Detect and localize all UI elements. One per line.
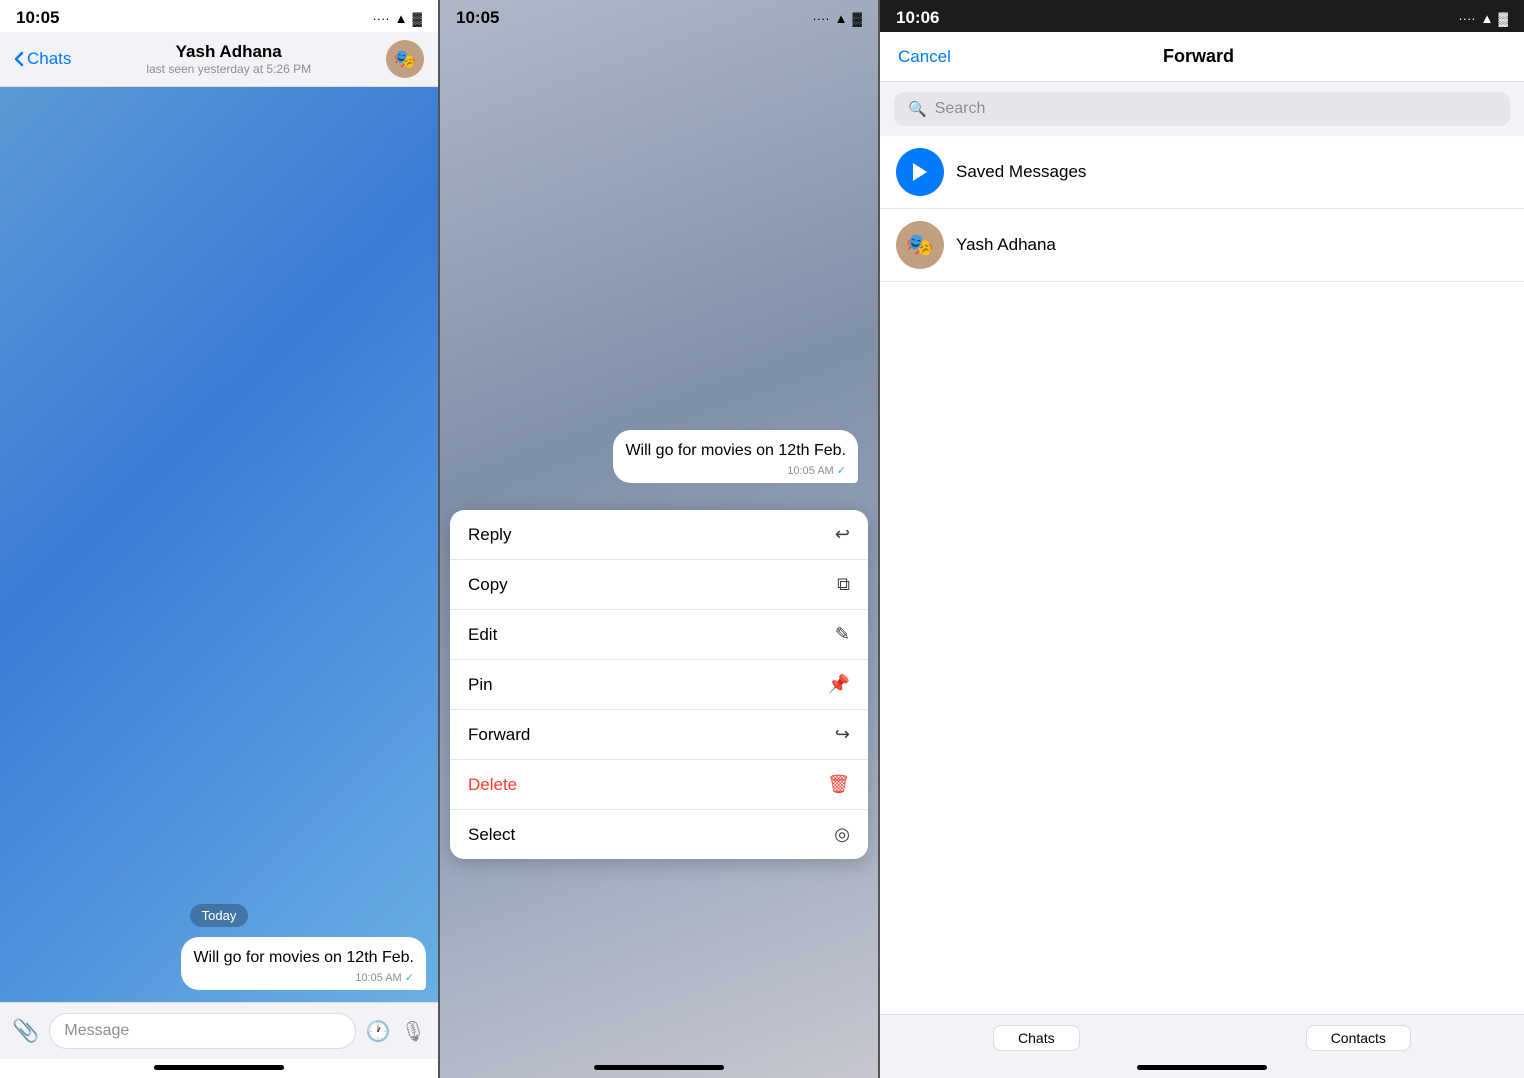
cancel-button[interactable]: Cancel (898, 47, 951, 67)
contact-list: Saved Messages 🎭 Yash Adhana (880, 136, 1524, 1014)
tab-bar: Chats Contacts (880, 1014, 1524, 1059)
tab-contacts[interactable]: Contacts (1306, 1025, 1411, 1051)
context-copy[interactable]: Copy ⧉ (450, 560, 868, 610)
status-icons-3: ···· ▲ ▓ (1458, 11, 1508, 26)
context-edit[interactable]: Edit ✎ (450, 610, 868, 660)
contact-item-saved[interactable]: Saved Messages (880, 136, 1524, 209)
back-label[interactable]: Chats (27, 49, 71, 69)
reply-icon: ↩ (835, 524, 850, 545)
edit-icon: ✎ (835, 624, 850, 645)
chat-area: Today Will go for movies on 12th Feb. 10… (0, 87, 438, 1002)
yash-name: Yash Adhana (956, 235, 1056, 255)
status-time-1: 10:05 (16, 8, 59, 28)
back-button[interactable]: Chats (14, 49, 71, 69)
wifi-icon-2: ▲ (835, 11, 848, 26)
context-menu: Reply ↩ Copy ⧉ Edit ✎ Pin 📌 Forward ↪ De… (450, 510, 868, 859)
mic-icon[interactable]: 🎙 (401, 1019, 426, 1044)
status-time-2: 10:05 (456, 8, 499, 28)
message-meta: 10:05 AM ✓ (193, 971, 414, 984)
status-bar-2: 10:05 ···· ▲ ▓ (440, 0, 878, 32)
context-pin[interactable]: Pin 📌 (450, 660, 868, 710)
signal-icon-2: ···· (812, 11, 829, 26)
yash-avatar: 🎭 (896, 221, 944, 269)
context-delete[interactable]: Delete 🗑 (450, 760, 868, 810)
search-icon: 🔍 (908, 100, 927, 118)
float-read-check: ✓ (837, 465, 846, 477)
screen1-chat: 10:05 ···· ▲ ▓ Chats Yash Adhana last se… (0, 0, 438, 1078)
read-check-icon: ✓ (405, 972, 414, 984)
forward-nav: Cancel Forward (880, 32, 1524, 82)
pin-label: Pin (468, 675, 493, 695)
nav-bar-1: Chats Yash Adhana last seen yesterday at… (0, 32, 438, 87)
search-placeholder-label: Search (935, 100, 986, 118)
status-bar-3: 10:06 ···· ▲ ▓ (880, 0, 1524, 32)
home-indicator-1 (154, 1065, 284, 1070)
float-bubble: Will go for movies on 12th Feb. 10:05 AM… (613, 430, 858, 483)
context-reply[interactable]: Reply ↩ (450, 510, 868, 560)
home-indicator-3 (1137, 1065, 1267, 1070)
float-message-meta: 10:05 AM ✓ (625, 464, 846, 477)
status-time-3: 10:06 (896, 8, 939, 28)
input-bar: 📎 Message 🕐 🎙 (0, 1002, 438, 1059)
context-forward[interactable]: Forward ↪ (450, 710, 868, 760)
wifi-icon-3: ▲ (1481, 11, 1494, 26)
battery-icon-2: ▓ (853, 11, 862, 26)
signal-icon-3: ···· (1458, 11, 1475, 26)
screen2-context: 10:05 ···· ▲ ▓ Will go for movies on 12t… (440, 0, 878, 1078)
pin-icon: 📌 (828, 674, 850, 695)
copy-label: Copy (468, 575, 508, 595)
screen3-forward: 10:06 ···· ▲ ▓ Cancel Forward 🔍 Search S… (880, 0, 1524, 1078)
signal-icon: ···· (372, 11, 389, 26)
date-badge: Today (12, 907, 426, 925)
edit-label: Edit (468, 625, 497, 645)
select-label: Select (468, 825, 515, 845)
float-message-text: Will go for movies on 12th Feb. (625, 440, 846, 462)
message-text: Will go for movies on 12th Feb. (193, 947, 414, 969)
message-input[interactable]: Message (49, 1013, 355, 1049)
saved-messages-avatar (896, 148, 944, 196)
context-select[interactable]: Select ◎ (450, 810, 868, 859)
status-bar-1: 10:05 ···· ▲ ▓ (0, 0, 438, 32)
search-bar[interactable]: 🔍 Search (894, 92, 1510, 126)
forward-icon: ↪ (835, 724, 850, 745)
search-bar-container: 🔍 Search (880, 82, 1524, 136)
delete-icon: 🗑 (827, 774, 850, 795)
sticker-icon[interactable]: 🕐 (366, 1019, 391, 1044)
float-message-time: 10:05 AM (787, 465, 833, 477)
contact-status: last seen yesterday at 5:26 PM (146, 62, 311, 76)
select-icon: ◎ (834, 824, 850, 845)
saved-messages-name: Saved Messages (956, 162, 1086, 182)
forward-title: Forward (1163, 46, 1234, 67)
delete-label: Delete (468, 775, 517, 795)
attach-icon[interactable]: 📎 (12, 1018, 39, 1044)
battery-icon: ▓ (413, 11, 422, 26)
input-placeholder: Message (64, 1022, 129, 1039)
tab-chats[interactable]: Chats (993, 1025, 1080, 1051)
contact-item-yash[interactable]: 🎭 Yash Adhana (880, 209, 1524, 282)
wifi-icon: ▲ (395, 11, 408, 26)
home-indicator-2 (594, 1065, 724, 1070)
contact-name: Yash Adhana (146, 42, 311, 62)
battery-icon-3: ▓ (1499, 11, 1508, 26)
date-label: Today (190, 904, 249, 927)
status-icons-2: ···· ▲ ▓ (812, 11, 862, 26)
message-time: 10:05 AM (355, 972, 401, 984)
copy-icon: ⧉ (837, 574, 850, 595)
message-bubble[interactable]: Will go for movies on 12th Feb. 10:05 AM… (181, 937, 426, 990)
forward-label: Forward (468, 725, 530, 745)
contact-header: Yash Adhana last seen yesterday at 5:26 … (146, 42, 311, 76)
reply-label: Reply (468, 525, 511, 545)
status-icons-1: ···· ▲ ▓ (372, 11, 422, 26)
contact-avatar[interactable]: 🎭 (386, 40, 424, 78)
floating-message: Will go for movies on 12th Feb. 10:05 AM… (460, 430, 858, 485)
